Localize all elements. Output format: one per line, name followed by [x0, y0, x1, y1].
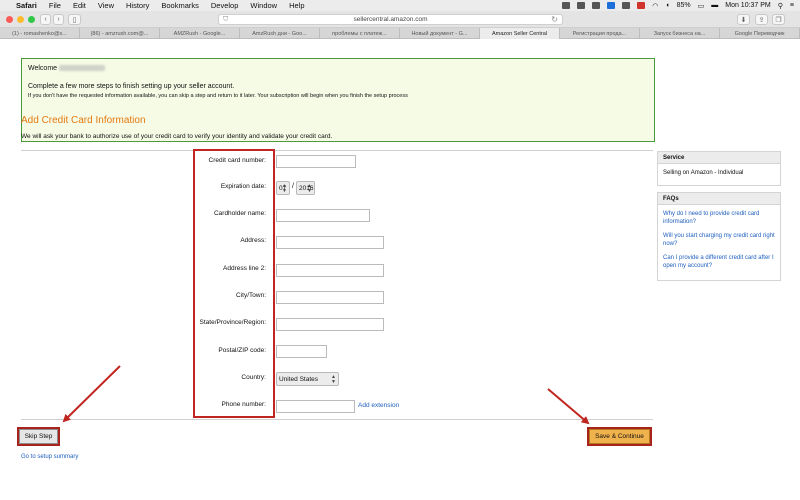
forward-button[interactable]: › — [53, 14, 64, 25]
wifi-icon[interactable]: ◠ — [652, 2, 658, 10]
close-window-icon[interactable] — [6, 16, 13, 23]
sidebar-button[interactable]: ▯ — [68, 14, 81, 25]
annotation-arrows — [62, 365, 590, 425]
download-icon: ⬇ — [740, 16, 747, 24]
menu-extras: ◠ ◖ 85% ▭ ▬ Mon 10:37 PM ⚲ ≡ — [562, 0, 794, 11]
macos-menu-bar: Safari File Edit View History Bookmarks … — [0, 0, 800, 11]
menu-file[interactable]: File — [49, 1, 61, 10]
window-controls — [6, 16, 35, 23]
menu-edit[interactable]: Edit — [73, 1, 86, 10]
browser-tab[interactable]: AmzRush дни - Goo... — [240, 28, 320, 39]
browser-toolbar: ‹ › ▯ ⛉ sellercentral.amazon.com ↻ ⬇ ⇪ ❐ — [0, 11, 800, 28]
browser-tab-active[interactable]: Amazon Seller Central — [480, 28, 560, 39]
menu-help[interactable]: Help — [289, 1, 304, 10]
browser-tab[interactable]: (86) - amzrush.com@... — [80, 28, 160, 39]
menu-app-safari[interactable]: Safari — [16, 1, 37, 10]
menu-history[interactable]: History — [126, 1, 149, 10]
downloads-button[interactable]: ⬇ — [737, 14, 750, 25]
volume-icon[interactable]: ◖ — [665, 2, 669, 9]
chevron-right-icon: › — [57, 16, 60, 23]
page-content: Welcome Complete a few more steps to fin… — [0, 40, 800, 500]
menu-view[interactable]: View — [98, 1, 114, 10]
back-button[interactable]: ‹ — [40, 14, 51, 25]
share-button[interactable]: ⇪ — [755, 14, 768, 25]
shield-icon: ⛉ — [223, 16, 229, 23]
browser-tab[interactable]: Регистрация прода... — [560, 28, 640, 39]
browser-tab[interactable]: Новый документ - G... — [400, 28, 480, 39]
status-app-icon[interactable] — [637, 2, 646, 9]
tabs-icon: ❐ — [775, 16, 782, 24]
arrow-to-skip — [62, 365, 121, 423]
battery-icon[interactable]: ▭ — [698, 2, 705, 10]
arrow-to-save — [547, 388, 590, 425]
search-icon[interactable]: ⚲ — [778, 2, 783, 10]
browser-tab[interactable]: Google Переводчик — [720, 28, 800, 39]
browser-tab[interactable]: (1) - romashenko@s... — [0, 28, 80, 39]
menu-list-icon[interactable]: ≡ — [790, 2, 794, 9]
browser-tab[interactable]: Запуск бизнеса на... — [640, 28, 720, 39]
status-app-icon[interactable] — [577, 2, 586, 9]
clock[interactable]: Mon 10:37 PM — [725, 2, 771, 9]
chevron-left-icon: ‹ — [44, 16, 47, 23]
browser-tab[interactable]: проблемы с платеж... — [320, 28, 400, 39]
share-icon: ⇪ — [758, 16, 765, 24]
address-bar[interactable]: ⛉ sellercentral.amazon.com ↻ — [218, 14, 563, 25]
minimize-window-icon[interactable] — [17, 16, 24, 23]
sidebar-icon: ▯ — [72, 16, 77, 24]
status-app-icon[interactable] — [592, 2, 601, 9]
menu-bookmarks[interactable]: Bookmarks — [161, 1, 199, 10]
menu-develop[interactable]: Develop — [211, 1, 239, 10]
battery-percent[interactable]: 85% — [677, 2, 691, 9]
status-app-icon[interactable] — [622, 2, 631, 9]
status-app-icon[interactable] — [562, 2, 571, 9]
reload-icon[interactable]: ↻ — [551, 15, 558, 24]
url-text: sellercentral.amazon.com — [353, 16, 428, 23]
tabs-overview-button[interactable]: ❐ — [772, 14, 785, 25]
menu-window[interactable]: Window — [250, 1, 277, 10]
flag-icon[interactable]: ▬ — [711, 2, 718, 9]
browser-tab[interactable]: AMZRush - Google... — [160, 28, 240, 39]
status-app-icon[interactable] — [607, 2, 616, 9]
tab-bar: (1) - romashenko@s... (86) - amzrush.com… — [0, 28, 800, 39]
zoom-window-icon[interactable] — [28, 16, 35, 23]
